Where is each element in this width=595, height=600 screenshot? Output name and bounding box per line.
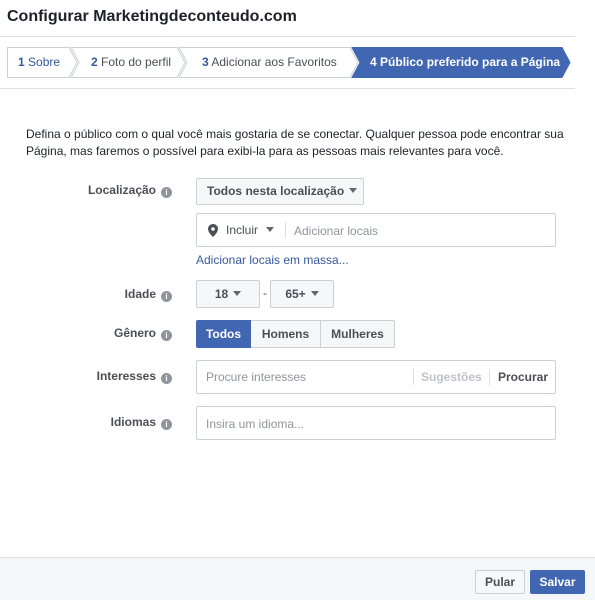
chevron-down-icon [310, 291, 319, 296]
gender-option-women[interactable]: Mulheres [320, 320, 395, 348]
setup-stepper: 1 Sobre 2 Foto do perfil 3 Adicionar aos… [7, 47, 571, 78]
location-scope-value: Todos nesta localização [207, 184, 345, 198]
location-scope-dropdown[interactable]: Todos nesta localização [196, 178, 364, 205]
info-icon[interactable]: i [161, 330, 172, 341]
divider [285, 222, 286, 238]
skip-button[interactable]: Pular [475, 570, 525, 594]
step-2-label: Foto do perfil [101, 55, 172, 69]
include-dropdown[interactable]: Incluir [226, 223, 275, 237]
include-value: Incluir [226, 223, 259, 237]
audience-description: Defina o público com o qual você mais go… [26, 127, 564, 158]
interests-box: Procure interesses Sugestões Procurar [196, 360, 556, 394]
chevron-down-icon [266, 227, 275, 232]
age-separator: - [263, 286, 267, 300]
step-1-number: 1 [18, 55, 25, 69]
languages-label: Idiomas [110, 415, 156, 429]
step-2-number: 2 [91, 55, 98, 69]
divider [413, 369, 414, 385]
step-3-number: 3 [202, 55, 209, 69]
step-4-number: 4 [370, 55, 377, 69]
chevron-down-icon [233, 291, 242, 296]
info-icon[interactable]: i [161, 373, 172, 384]
step-2[interactable]: 2 Foto do perfil [91, 47, 171, 78]
age-min-dropdown[interactable]: 18 [196, 280, 260, 308]
gender-option-men[interactable]: Homens [251, 320, 321, 348]
divider [0, 36, 575, 37]
suggestions-button[interactable]: Sugestões [421, 370, 482, 384]
location-search-input[interactable]: Adicionar locais [294, 224, 378, 238]
interests-input[interactable]: Procure interesses [206, 370, 306, 384]
age-max-value: 65+ [285, 287, 306, 301]
save-button[interactable]: Salvar [530, 570, 585, 594]
divider [0, 88, 575, 89]
info-icon[interactable]: i [161, 291, 172, 302]
info-icon[interactable]: i [161, 187, 172, 198]
bulk-locations-link[interactable]: Adicionar locais em massa... [196, 253, 349, 267]
dialog-footer: Pular Salvar [0, 557, 595, 600]
location-label-row: Localização i [22, 183, 172, 198]
location-label: Localização [87, 183, 156, 197]
languages-label-row: Idiomas i [22, 415, 172, 430]
step-4[interactable]: 4 Público preferido para a Página [370, 47, 560, 78]
step-3[interactable]: 3 Adicionar aos Favoritos [202, 47, 337, 78]
age-max-dropdown[interactable]: 65+ [270, 280, 334, 308]
languages-box: Insira um idioma... [196, 406, 556, 440]
gender-label-row: Gênero i [22, 326, 172, 341]
divider [489, 369, 490, 385]
interests-label: Interesses [96, 369, 156, 383]
interests-label-row: Interesses i [22, 369, 172, 384]
chevron-down-icon [349, 188, 358, 193]
step-3-label: Adicionar aos Favoritos [211, 55, 337, 69]
age-label-row: Idade i [22, 287, 172, 302]
dialog-title: Configurar Marketingdeconteudo.com [7, 8, 297, 25]
gender-label: Gênero [113, 326, 156, 340]
browse-button[interactable]: Procurar [498, 370, 548, 384]
location-search-box: Incluir Adicionar locais [196, 213, 556, 247]
step-1[interactable]: 1 Sobre [18, 47, 60, 78]
location-pin-icon [208, 224, 218, 242]
gender-option-all[interactable]: Todos [196, 320, 251, 348]
step-4-label: Público preferido para a Página [380, 55, 561, 69]
age-min-value: 18 [214, 287, 229, 301]
info-icon[interactable]: i [161, 419, 172, 430]
languages-input[interactable]: Insira um idioma... [206, 417, 304, 431]
age-label: Idade [124, 287, 156, 301]
step-1-label: Sobre [28, 55, 61, 69]
